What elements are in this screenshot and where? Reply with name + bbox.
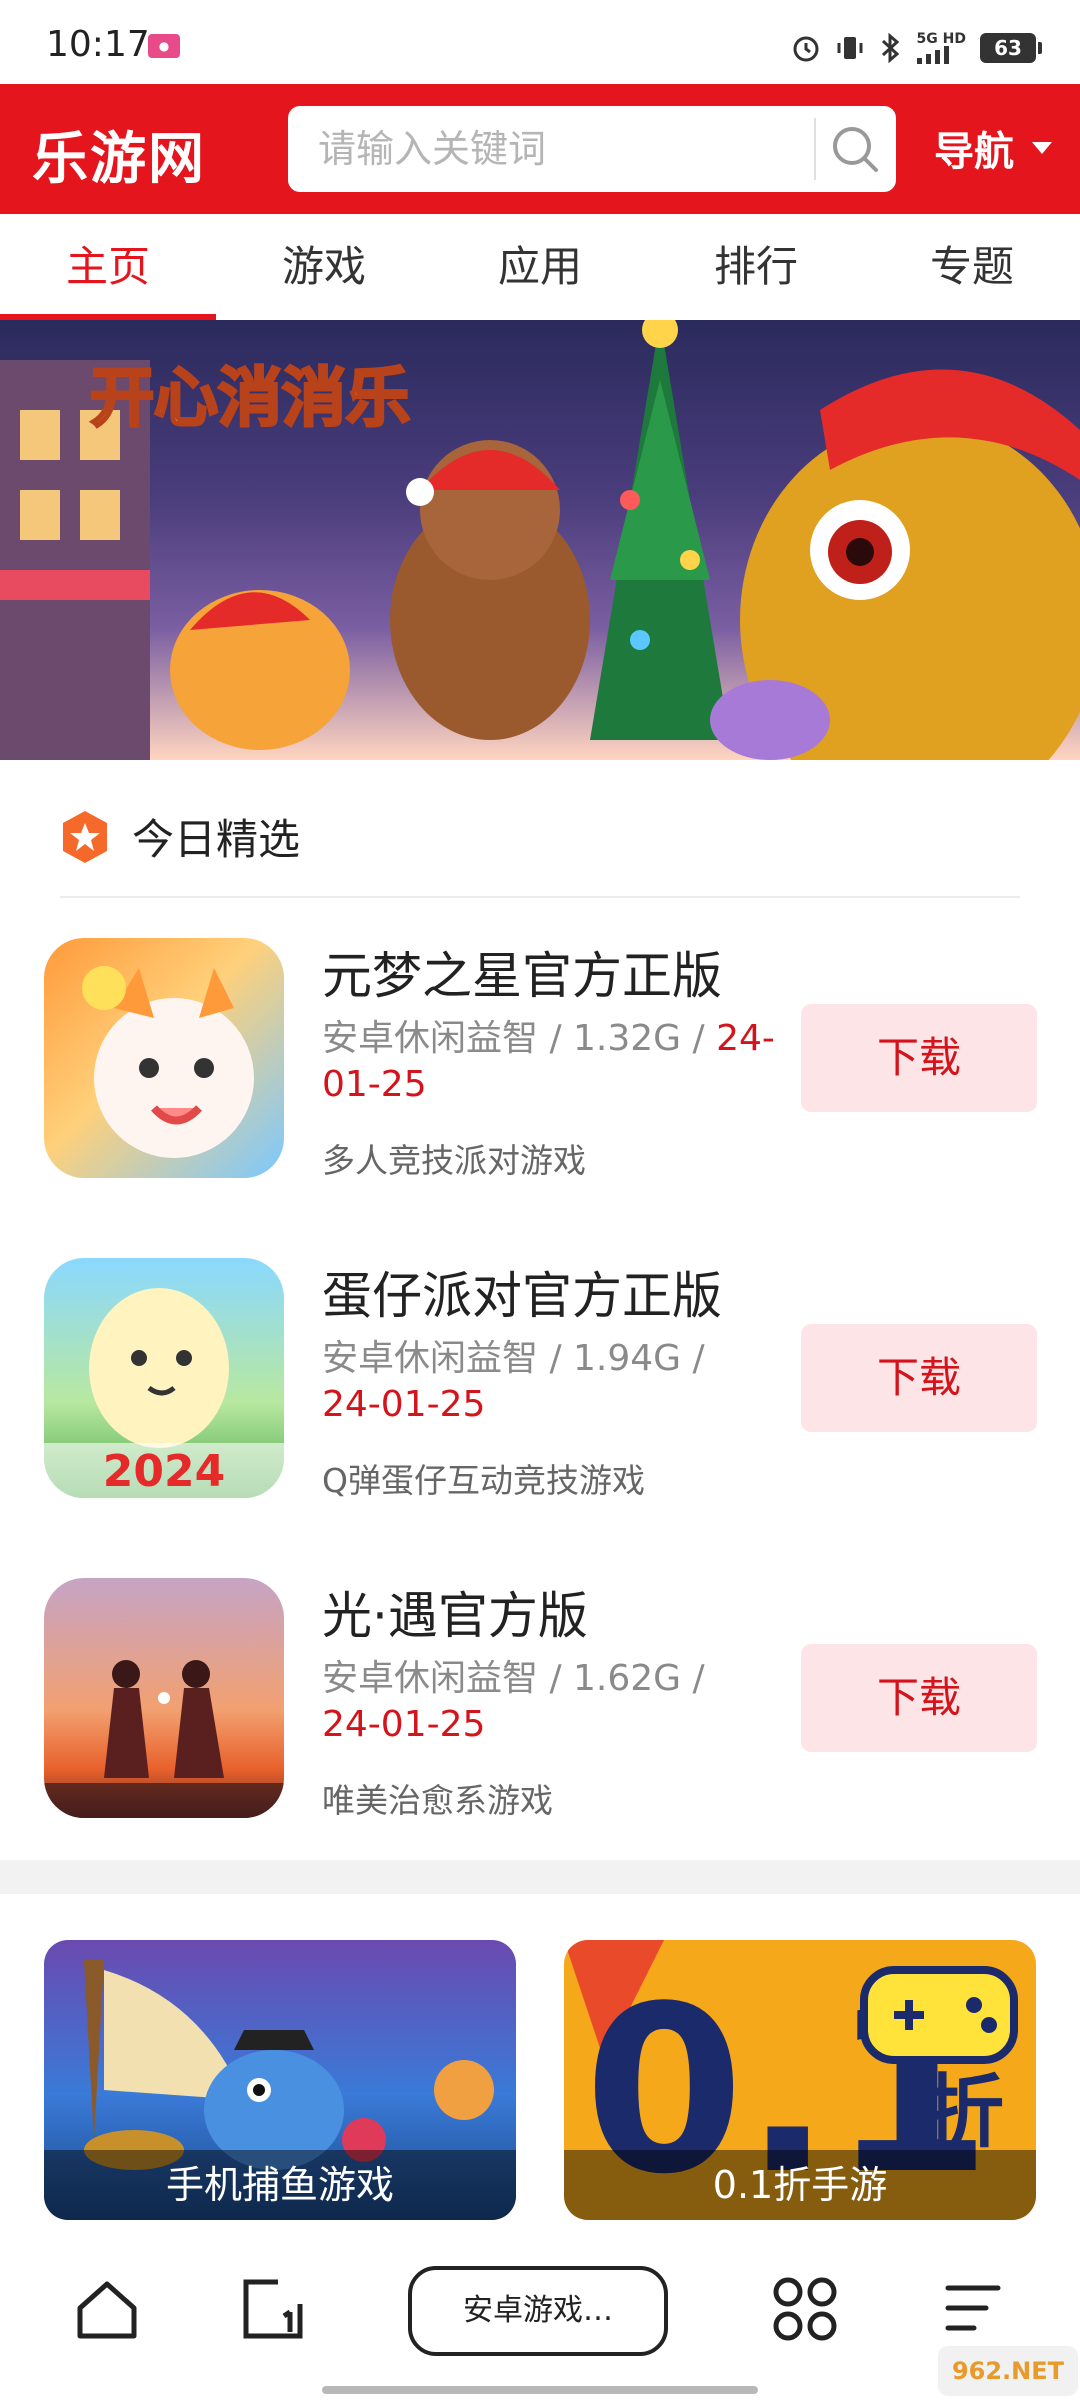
app-icon-yuanmeng[interactable] bbox=[44, 938, 284, 1178]
app-desc: Q弹蛋仔互动竞技游戏 bbox=[322, 1461, 645, 1500]
grid-icon bbox=[773, 2277, 837, 2341]
site-header: 乐游网 导航 bbox=[0, 84, 1080, 214]
tab-ranking[interactable]: 排行 bbox=[648, 214, 864, 320]
app-desc: 唯美治愈系游戏 bbox=[322, 1781, 553, 1820]
tab-bar: 主页 游戏 应用 排行 专题 bbox=[0, 214, 1080, 320]
status-bar: 10:17 ● 5G HD 63 bbox=[0, 0, 1080, 84]
home-icon bbox=[77, 2281, 137, 2339]
section-title: 今日精选 bbox=[132, 815, 301, 864]
status-time: 10:17 bbox=[46, 24, 150, 65]
section-header: 今日精选 bbox=[60, 806, 300, 867]
download-button[interactable]: 下载 bbox=[801, 1644, 1037, 1752]
tab-games[interactable]: 游戏 bbox=[216, 214, 432, 320]
vibrate-icon bbox=[837, 37, 863, 59]
app-date: 24-01-25 bbox=[322, 1704, 486, 1745]
home-indicator[interactable] bbox=[322, 2386, 758, 2394]
app-meta-info: 安卓休闲益智 / 1.62G / bbox=[322, 1658, 705, 1699]
tab-topics[interactable]: 专题 bbox=[864, 214, 1080, 320]
home-button[interactable] bbox=[72, 2274, 142, 2344]
promo-fishing[interactable]: 手机捕鱼游戏 bbox=[44, 1940, 516, 2220]
site-watermark: 962.NET bbox=[938, 2346, 1078, 2396]
app-name[interactable]: 元梦之星官方正版 bbox=[322, 936, 722, 1008]
signal-icon: 5G HD bbox=[916, 31, 966, 64]
menu-icon bbox=[945, 2285, 1001, 2331]
search-input[interactable] bbox=[318, 106, 798, 192]
download-button[interactable]: 下载 bbox=[801, 1004, 1037, 1112]
watermark-text: 962.NET bbox=[952, 2357, 1065, 2385]
app-desc: 多人竞技派对游戏 bbox=[322, 1141, 586, 1180]
tab-home[interactable]: 主页 bbox=[0, 214, 216, 320]
app-meta: 安卓休闲益智 / 1.94G / 24-01-25 bbox=[322, 1336, 802, 1428]
status-icons: 5G HD 63 bbox=[791, 30, 1042, 66]
app-meta-info: 安卓休闲益智 / 1.94G / bbox=[322, 1338, 705, 1379]
battery-icon: 63 bbox=[980, 33, 1042, 63]
section-divider bbox=[60, 896, 1020, 898]
search-icon bbox=[833, 127, 878, 172]
download-button[interactable]: 下载 bbox=[801, 1324, 1037, 1432]
tab-apps[interactable]: 应用 bbox=[432, 214, 648, 320]
app-name[interactable]: 蛋仔派对官方正版 bbox=[322, 1256, 722, 1328]
address-bar[interactable]: 安卓游戏… bbox=[408, 2266, 668, 2356]
promo-banner[interactable]: 开心消消乐 bbox=[0, 320, 1080, 760]
banner-title-text: 开心消消乐 bbox=[90, 362, 410, 436]
site-logo[interactable]: 乐游网 bbox=[32, 114, 206, 195]
search-button[interactable] bbox=[824, 114, 888, 184]
app-meta: 安卓休闲益智 / 1.62G / 24-01-25 bbox=[322, 1656, 802, 1748]
nav-menu-button[interactable]: 导航 bbox=[934, 118, 1052, 178]
search-divider bbox=[814, 118, 816, 180]
app-notification-icon: ● bbox=[148, 34, 180, 58]
promo-discount[interactable]: 0.1 折 0.1折手游 bbox=[564, 1940, 1036, 2220]
banner-artwork: 开心消消乐 bbox=[0, 320, 1080, 760]
promo-discount-label: 0.1折手游 bbox=[564, 2150, 1036, 2220]
menu-button[interactable] bbox=[938, 2274, 1008, 2344]
app-icon-danzai[interactable]: 2024 bbox=[44, 1258, 284, 1498]
app-icon-sky[interactable] bbox=[44, 1578, 284, 1818]
app-name[interactable]: 光·遇官方版 bbox=[322, 1576, 588, 1648]
app-item[interactable]: 元梦之星官方正版 安卓休闲益智 / 1.32G / 24-01-25 多人竞技派… bbox=[44, 938, 1044, 1198]
star-badge-icon bbox=[63, 810, 107, 863]
app-item[interactable]: 光·遇官方版 安卓休闲益智 / 1.62G / 24-01-25 唯美治愈系游戏… bbox=[44, 1578, 1044, 1838]
tabs-button[interactable] bbox=[238, 2274, 308, 2344]
discount-art-char: 折 bbox=[924, 2066, 1004, 2159]
section-separator bbox=[0, 1860, 1080, 1894]
alarm-icon bbox=[793, 36, 819, 62]
caret-down-icon bbox=[1032, 142, 1052, 154]
promo-fishing-label: 手机捕鱼游戏 bbox=[44, 2150, 516, 2220]
app-item[interactable]: 2024 蛋仔派对官方正版 安卓休闲益智 / 1.94G / 24-01-25 … bbox=[44, 1258, 1044, 1518]
browser-bottom-bar: 安卓游戏… bbox=[0, 2222, 1080, 2400]
bluetooth-icon bbox=[881, 32, 899, 64]
app-meta: 安卓休闲益智 / 1.32G / 24-01-25 bbox=[322, 1016, 802, 1108]
app-meta-info: 安卓休闲益智 / 1.32G / bbox=[322, 1018, 717, 1059]
nav-label: 导航 bbox=[934, 129, 1014, 175]
search-box bbox=[288, 106, 896, 192]
network-label: 5G HD bbox=[916, 31, 966, 47]
danzai-icon-text: 2024 bbox=[103, 1446, 225, 1497]
tabs-icon bbox=[243, 2279, 303, 2339]
apps-grid-button[interactable] bbox=[770, 2274, 840, 2344]
app-date: 24-01-25 bbox=[322, 1384, 486, 1425]
